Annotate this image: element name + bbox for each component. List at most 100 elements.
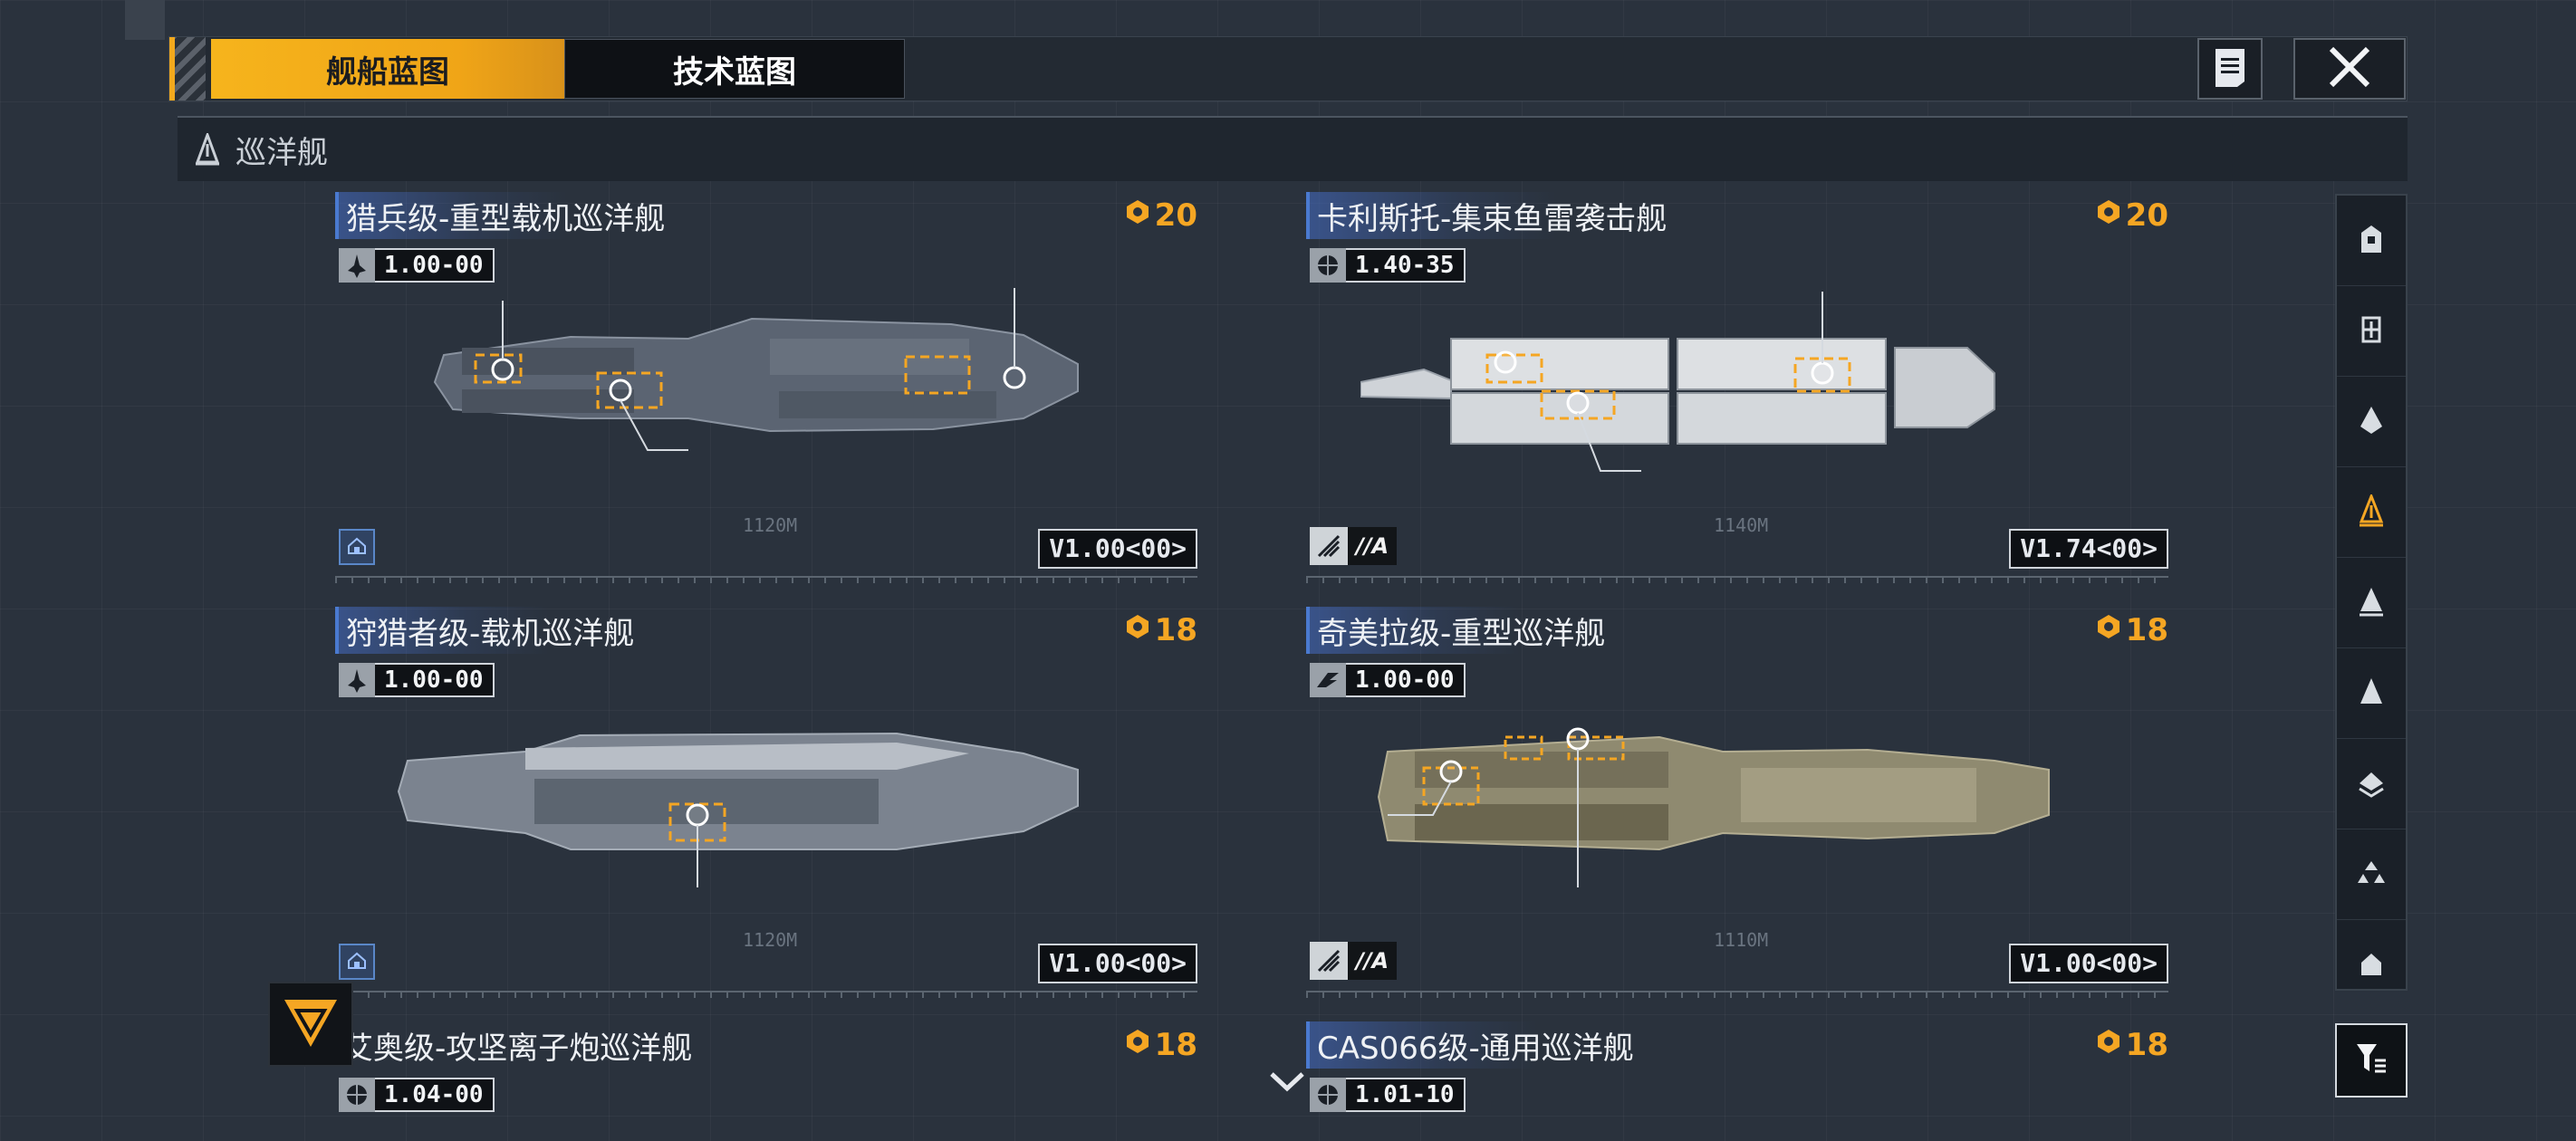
side-item-fighter[interactable] (2337, 829, 2406, 920)
version-badge: 1.00-00 (339, 663, 495, 697)
corner-mark (125, 0, 165, 40)
version-number: 1.00-00 (375, 663, 495, 697)
ship-card[interactable]: CAS066级-通用巡洋舰 18 1.01-10 (1306, 1021, 2168, 1141)
scroll-down-button[interactable] (1268, 1069, 1306, 1096)
chevron-down-icon (1268, 1072, 1306, 1099)
close-button[interactable] (2293, 38, 2406, 100)
version-badge: 1.00-00 (339, 248, 495, 283)
cost-icon (2095, 1027, 2122, 1063)
version-badge: 1.00-00 (1310, 663, 1466, 697)
ship-name: 奇美拉级-重型巡洋舰 (1317, 615, 1606, 652)
ship-class-filter-bar (2335, 194, 2408, 991)
cost-points: 20 (2095, 192, 2168, 239)
ship-name: 艾奥级-攻坚离子炮巡洋舰 (342, 1030, 693, 1067)
card-title-bar: 艾奥级-攻坚离子炮巡洋舰 (335, 1021, 746, 1069)
cost-icon (1124, 612, 1151, 648)
notes-icon (2212, 45, 2248, 92)
class-badge: //A (1310, 527, 1397, 565)
version-number: 1.00-00 (1346, 663, 1466, 697)
card-version: V1.00<00> (2009, 944, 2168, 983)
version-badge: 1.04-00 (339, 1078, 495, 1112)
destroyer-icon (2358, 405, 2385, 439)
close-icon (2326, 43, 2373, 94)
battleship-icon (2358, 676, 2385, 711)
side-item-cruiser[interactable] (2337, 467, 2406, 558)
fighter-type-icon (339, 663, 375, 697)
tab-tech-blueprints[interactable]: 技术蓝图 (564, 39, 905, 99)
ship-card[interactable]: 卡利斯托-集束鱼雷袭击舰 20 1.40-35 1140M //A V1.74<… (1306, 192, 2168, 583)
auxiliary-icon (2358, 767, 2385, 801)
card-title-bar: 狩猎者级-载机巡洋舰 (335, 607, 689, 654)
card-title-bar: CAS066级-通用巡洋舰 (1306, 1021, 1688, 1069)
class-label: //A (1348, 942, 1397, 980)
cost-value: 20 (2125, 197, 2168, 234)
scale-ruler (335, 991, 1197, 998)
frigate-icon (2358, 314, 2385, 349)
class-label: //A (1348, 527, 1397, 565)
ship-name: 卡利斯托-集束鱼雷袭击舰 (1317, 200, 1668, 237)
version-badge: 1.40-35 (1310, 248, 1466, 283)
cost-icon (1124, 197, 1151, 234)
cost-points: 18 (1124, 607, 1197, 654)
scale-ruler (335, 576, 1197, 583)
ship-name: 狩猎者级-载机巡洋舰 (346, 615, 635, 652)
hazard-stripe (169, 37, 206, 101)
side-item-auxiliary[interactable] (2337, 739, 2406, 829)
side-item-destroyer[interactable] (2337, 377, 2406, 467)
ship-image (1360, 283, 2121, 473)
class-badge: //A (1310, 942, 1397, 980)
carrier-icon (2358, 224, 2385, 258)
cruiser-icon (2358, 492, 2385, 531)
cost-points: 18 (2095, 607, 2168, 654)
filter-icon (2353, 1040, 2389, 1080)
notes-button[interactable] (2197, 38, 2263, 100)
role-icon (339, 529, 375, 565)
faction-wing-icon (1310, 663, 1346, 697)
faction-globe-icon (1310, 248, 1346, 283)
ship-name: 猎兵级-重型载机巡洋舰 (346, 200, 666, 237)
cruiser-icon (194, 131, 225, 168)
version-number: 1.04-00 (375, 1078, 495, 1112)
section-header: 巡洋舰 (178, 116, 2408, 181)
card-title-bar: 奇美拉级-重型巡洋舰 (1306, 607, 1660, 654)
ship-card[interactable]: 奇美拉级-重型巡洋舰 18 1.00-00 1110M //A V1.00<00… (1306, 607, 2168, 998)
length-marker: 1120M (743, 514, 798, 536)
card-title-bar: 卡利斯托-集束鱼雷袭击舰 (1306, 192, 1722, 239)
side-item-carrier[interactable] (2337, 196, 2406, 286)
scale-ruler (1306, 991, 2168, 998)
fighter-icon (2356, 859, 2387, 890)
class-emblem-icon (1310, 942, 1348, 980)
length-marker: 1110M (1714, 929, 1769, 951)
expand-button[interactable] (268, 982, 353, 1067)
cost-icon (1124, 1027, 1151, 1063)
ship-card[interactable]: 猎兵级-重型载机巡洋舰 20 1.00-00 1120M V1.00<00> (335, 192, 1197, 583)
side-item-battleship[interactable] (2337, 648, 2406, 739)
fighter-type-icon (339, 248, 375, 283)
ship-image (1360, 697, 2121, 887)
scale-ruler (1306, 576, 2168, 583)
version-number: 1.00-00 (375, 248, 495, 283)
ship-image (389, 283, 1150, 473)
side-item-battlecruiser[interactable] (2337, 558, 2406, 648)
side-item-frigate[interactable] (2337, 286, 2406, 377)
length-marker: 1140M (1714, 514, 1769, 536)
cost-icon (2095, 612, 2122, 648)
triangle-down-icon (279, 991, 342, 1058)
faction-globe-icon (1310, 1078, 1346, 1112)
ship-card[interactable]: 艾奥级-攻坚离子炮巡洋舰 18 1.04-00 (335, 1021, 1197, 1141)
tab-ship-blueprints[interactable]: 舰船蓝图 (211, 39, 564, 99)
battlecruiser-icon (2358, 586, 2385, 620)
filter-button[interactable] (2335, 1023, 2408, 1098)
card-version: V1.00<00> (1038, 529, 1197, 569)
cost-points: 18 (2095, 1021, 2168, 1069)
top-bar: 舰船蓝图 技术蓝图 (168, 36, 2408, 101)
version-badge: 1.01-10 (1310, 1078, 1466, 1112)
ship-name: CAS066级-通用巡洋舰 (1317, 1030, 1634, 1067)
length-marker: 1120M (743, 929, 798, 951)
ship-card[interactable]: 狩猎者级-载机巡洋舰 18 1.00-00 1120M V1.00<00> (335, 607, 1197, 998)
side-item-corvette[interactable] (2337, 920, 2406, 1011)
cost-icon (2095, 197, 2122, 234)
cost-value: 18 (1154, 1027, 1197, 1063)
cost-value: 18 (2125, 612, 2168, 648)
cost-value: 18 (2125, 1027, 2168, 1063)
